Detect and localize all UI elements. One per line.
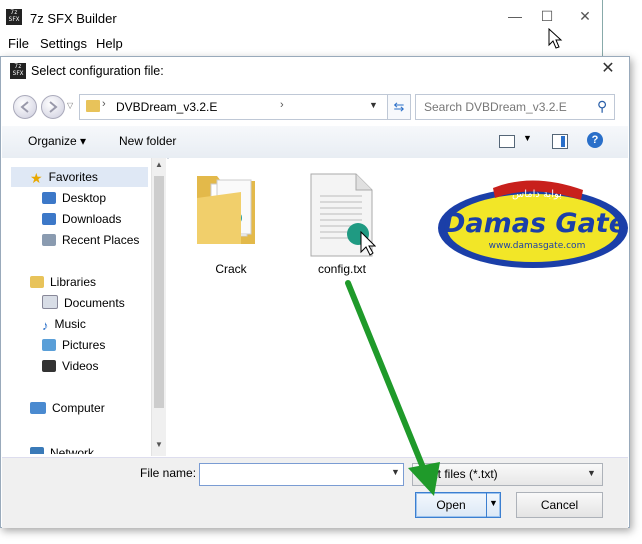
- nav-videos[interactable]: Videos: [42, 356, 98, 376]
- scroll-thumb[interactable]: [154, 176, 164, 408]
- nav-pictures-label: Pictures: [62, 338, 106, 352]
- mouse-cursor-icon: [548, 28, 563, 49]
- search-icon[interactable]: ⚲: [597, 98, 607, 115]
- search-placeholder: Search DVBDream_v3.2.E: [424, 100, 567, 114]
- view-options-dropdown-icon[interactable]: ▼: [523, 133, 532, 143]
- nav-videos-label: Videos: [62, 359, 99, 373]
- close-button[interactable]: ✕: [570, 6, 600, 26]
- videos-icon: [42, 360, 56, 372]
- app-icon: 7z SFX: [6, 9, 22, 25]
- nav-music[interactable]: ♪ Music: [42, 314, 86, 334]
- scroll-down-icon[interactable]: ▼: [152, 440, 166, 449]
- open-options-dropdown-icon[interactable]: ▼: [489, 498, 498, 508]
- nav-documents-label: Documents: [64, 296, 125, 310]
- refresh-button[interactable]: ⇆: [387, 94, 411, 120]
- file-type-filter-value: Text files (*.txt): [419, 467, 498, 481]
- menu-settings[interactable]: Settings: [40, 36, 87, 51]
- nav-desktop[interactable]: Desktop: [42, 188, 106, 208]
- nav-network-label: Network: [50, 446, 95, 454]
- nav-recent-places[interactable]: Recent Places: [42, 230, 139, 250]
- new-folder-button[interactable]: New folder: [119, 134, 176, 148]
- file-list-area: Crack config.txt بوابة داماس Damas Gate …: [169, 158, 628, 456]
- nav-libraries[interactable]: Libraries: [30, 272, 96, 292]
- help-icon[interactable]: ?: [587, 132, 603, 148]
- change-view-icon[interactable]: [499, 135, 515, 148]
- music-icon: ♪: [42, 318, 49, 333]
- nav-favorites-label: Favorites: [48, 170, 98, 184]
- logo-arabic-text: بوابة داماس: [512, 189, 562, 200]
- scroll-up-icon[interactable]: ▲: [152, 160, 166, 169]
- folder-icon: [86, 100, 100, 112]
- back-arrow-icon: [20, 101, 29, 113]
- navigation-pane: ★ Favorites Desktop Downloads Recent Plac…: [2, 158, 167, 456]
- documents-icon: [42, 295, 58, 309]
- network-icon: [30, 447, 44, 454]
- open-button-label: Open: [436, 498, 466, 512]
- back-button[interactable]: [13, 95, 37, 119]
- logo-main-text: Damas Gate: [443, 208, 627, 239]
- pictures-icon: [42, 339, 56, 351]
- dialog-title: Select configuration file:: [31, 64, 164, 78]
- command-toolbar: Organize ▾ New folder ▼ ?: [2, 126, 628, 159]
- forward-arrow-icon: [49, 101, 58, 113]
- breadcrumb-current-folder[interactable]: DVBDream_v3.2.E: [116, 100, 217, 114]
- filter-dropdown-icon[interactable]: ▼: [587, 468, 596, 478]
- file-name-crack: Crack: [215, 262, 247, 276]
- file-name-config-txt: config.txt: [317, 262, 367, 276]
- libraries-icon: [30, 276, 44, 288]
- address-bar[interactable]: › DVBDream_v3.2.E › ▼: [79, 94, 388, 120]
- window-title: 7z SFX Builder: [30, 11, 117, 26]
- preview-pane-icon[interactable]: [552, 134, 568, 149]
- file-name-input[interactable]: [199, 463, 404, 486]
- search-input[interactable]: Search DVBDream_v3.2.E ⚲: [415, 94, 615, 120]
- organize-button[interactable]: Organize ▾: [28, 134, 86, 148]
- dialog-icon: 7z SFX: [10, 63, 26, 79]
- logo-url-text: www.damasgate.com: [489, 241, 586, 251]
- nav-scrollbar[interactable]: ▲ ▼: [151, 158, 166, 456]
- cancel-button[interactable]: Cancel: [516, 492, 603, 518]
- file-name-label: File name:: [140, 466, 197, 480]
- maximize-button[interactable]: ☐: [532, 6, 562, 26]
- nav-recent-places-label: Recent Places: [62, 233, 140, 247]
- downloads-icon: [42, 213, 56, 225]
- file-name-dropdown-icon[interactable]: ▼: [391, 467, 400, 477]
- forward-button[interactable]: [41, 95, 65, 119]
- menu-help[interactable]: Help: [96, 36, 123, 51]
- desktop-icon: [42, 192, 56, 204]
- open-split-divider: [486, 493, 487, 517]
- breadcrumb-arrow-icon[interactable]: ›: [280, 99, 284, 111]
- open-button[interactable]: Open ▼: [415, 492, 501, 518]
- recent-locations-dropdown-icon[interactable]: ▽: [67, 101, 73, 110]
- recent-places-icon: [42, 234, 56, 246]
- nav-documents[interactable]: Documents: [42, 293, 125, 313]
- nav-music-label: Music: [54, 317, 86, 331]
- nav-downloads[interactable]: Downloads: [42, 209, 121, 229]
- minimize-button[interactable]: —: [500, 6, 530, 26]
- dialog-footer: File name: ▼ Text files (*.txt) ▼ Open ▼…: [2, 457, 628, 528]
- menu-file[interactable]: File: [8, 36, 29, 51]
- nav-libraries-label: Libraries: [50, 275, 97, 289]
- breadcrumb-separator-icon[interactable]: ›: [102, 98, 106, 110]
- file-type-filter-select[interactable]: Text files (*.txt) ▼: [412, 463, 603, 486]
- file-item-config-txt[interactable]: [306, 172, 377, 258]
- dialog-close-button[interactable]: ✕: [595, 59, 621, 79]
- damas-gate-logo-icon: بوابة داماس Damas Gate www.damasgate.com: [438, 180, 628, 268]
- nav-favorites[interactable]: ★ Favorites: [30, 167, 98, 187]
- nav-network[interactable]: Network: [30, 440, 94, 454]
- background-window: 7z SFX 7z SFX Builder — ☐ ✕ File Setting…: [0, 0, 603, 58]
- address-dropdown-icon[interactable]: ▼: [369, 100, 378, 110]
- folder-icon: [197, 176, 255, 244]
- computer-icon: [30, 402, 46, 414]
- damas-gate-watermark-logo: بوابة داماس Damas Gate www.damasgate.com: [433, 176, 629, 272]
- text-file-icon: [310, 173, 377, 257]
- nav-desktop-label: Desktop: [62, 191, 107, 205]
- background-titlebar: 7z SFX 7z SFX Builder — ☐ ✕: [0, 0, 602, 34]
- nav-computer[interactable]: Computer: [30, 398, 105, 418]
- open-file-dialog: 7z SFX Select configuration file: ✕ ▽ › …: [0, 56, 630, 528]
- star-icon: ★: [30, 170, 43, 186]
- nav-downloads-label: Downloads: [62, 212, 122, 226]
- nav-pictures[interactable]: Pictures: [42, 335, 105, 355]
- file-item-crack[interactable]: [191, 164, 261, 248]
- nav-computer-label: Computer: [52, 401, 105, 415]
